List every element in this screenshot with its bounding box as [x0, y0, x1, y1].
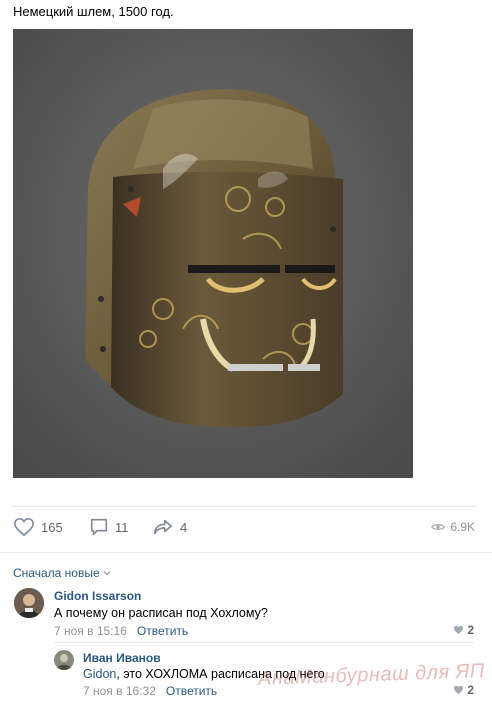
- avatar-image: [54, 650, 74, 670]
- comments-divider: [0, 552, 492, 553]
- eye-icon: [431, 524, 446, 530]
- post-photo[interactable]: [13, 29, 413, 478]
- comment-author[interactable]: Иван Иванов: [83, 651, 161, 665]
- heart-icon: [454, 625, 464, 635]
- comment-divider: [54, 642, 474, 643]
- share-icon: [154, 519, 172, 535]
- like-count: 165: [41, 519, 63, 535]
- comment-icon: [90, 518, 108, 536]
- actions-divider-top: [13, 506, 475, 507]
- comment-button[interactable]: 11: [89, 517, 129, 537]
- views-counter: 6.9K: [431, 520, 475, 534]
- avatar-image: [14, 588, 44, 618]
- comment-meta: 7 ноя в 15:16 Ответить: [54, 624, 188, 638]
- helmet-image: [13, 29, 413, 478]
- like-button[interactable]: 165: [13, 517, 63, 537]
- comment-item: Gidon Issarson А почему он расписан под …: [0, 588, 492, 638]
- comment-meta: 7 ноя в 16:32 Ответить: [83, 684, 217, 698]
- comments-sort-dropdown[interactable]: Сначала новые: [13, 566, 111, 580]
- share-count: 4: [180, 519, 188, 535]
- comment-date[interactable]: 7 ноя в 15:16: [54, 624, 127, 638]
- heart-icon: [454, 685, 464, 695]
- sort-label: Сначала новые: [13, 566, 100, 580]
- views-count: 6.9K: [450, 520, 475, 534]
- comment-like-button[interactable]: 2: [453, 623, 474, 637]
- chevron-down-icon: [103, 571, 111, 576]
- comment-author[interactable]: Gidon Issarson: [54, 589, 141, 603]
- post-text: Немецкий шлем, 1500 год.: [13, 4, 174, 19]
- avatar[interactable]: [54, 650, 74, 670]
- comment-like-count: 2: [467, 623, 474, 637]
- heart-icon: [14, 517, 34, 537]
- comment-like-count: 2: [467, 683, 474, 697]
- reply-button[interactable]: Ответить: [166, 684, 217, 698]
- comment-text: А почему он расписан под Хохлому?: [54, 606, 268, 620]
- comment-like-button[interactable]: 2: [453, 683, 474, 697]
- comment-count: 11: [115, 519, 129, 535]
- comment-mention[interactable]: Gidon: [83, 667, 116, 681]
- comment-date[interactable]: 7 ноя в 16:32: [83, 684, 156, 698]
- share-button[interactable]: 4: [152, 517, 187, 537]
- avatar[interactable]: [14, 588, 44, 618]
- post-actions: 165 11 4 6.9K: [13, 517, 475, 541]
- reply-button[interactable]: Ответить: [137, 624, 188, 638]
